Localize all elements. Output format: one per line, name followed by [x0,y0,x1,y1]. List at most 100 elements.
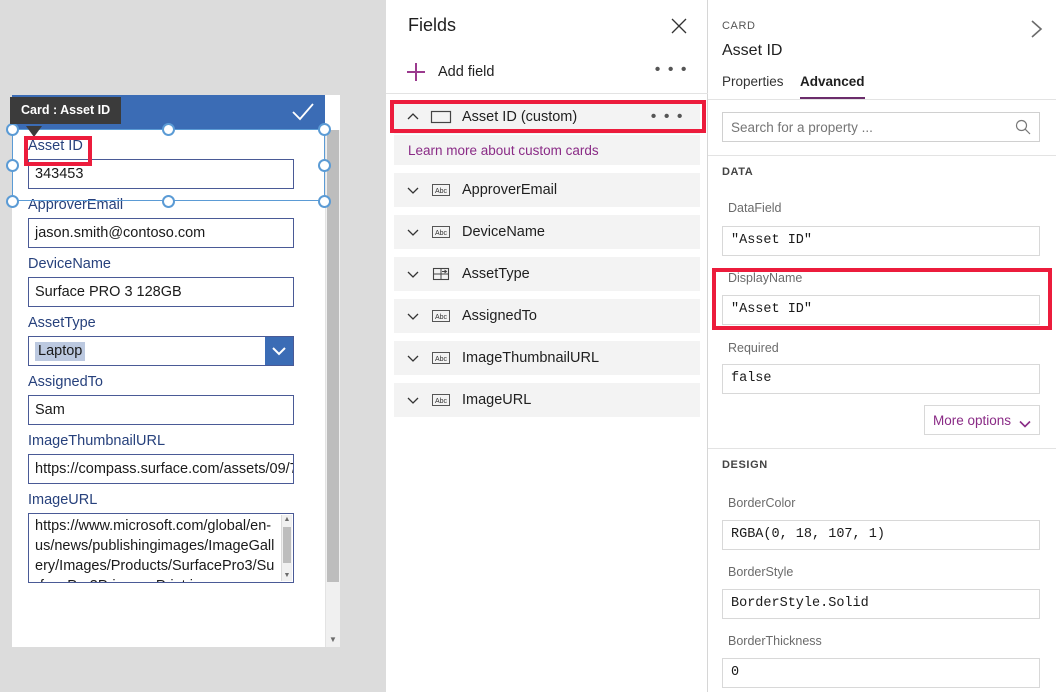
field-label: ImageThumbnailURL [28,425,294,454]
resize-handle-top-center[interactable] [162,123,175,136]
field-name: ImageThumbnailURL [462,350,599,366]
divider [708,155,1056,156]
chevron-down-icon [1019,416,1031,424]
form-field-asset-type: AssetType Laptop [12,307,310,366]
image-url-textarea[interactable]: https://www.microsoft.com/global/en-us/n… [28,513,294,583]
card-tooltip: Card : Asset ID [10,97,121,124]
learn-more-row: Learn more about custom cards [394,135,700,165]
field-row-assignedto[interactable]: Abc AssignedTo [394,299,700,333]
svg-text:Abc: Abc [435,398,448,405]
textarea-scrollbar[interactable]: ▲ ▼ [281,515,292,581]
properties-title: Asset ID [722,42,782,60]
close-icon[interactable] [669,16,689,36]
svg-text:Abc: Abc [435,356,448,363]
divider [708,448,1056,449]
resize-handle-middle-right[interactable] [318,159,331,172]
field-row-imageurl[interactable]: Abc ImageURL [394,383,700,417]
form-field-image-url: ImageURL https://www.microsoft.com/globa… [12,484,310,583]
form-scrollbar[interactable]: ▼ [325,130,340,647]
scroll-down-arrow[interactable]: ▼ [326,633,340,647]
resize-handle-middle-left[interactable] [6,159,19,172]
abc-text-icon: Abc [430,392,452,408]
abc-text-icon: Abc [430,350,452,366]
scroll-down-arrow[interactable]: ▼ [282,572,292,580]
chevron-right-icon[interactable] [1026,16,1048,42]
more-options-button[interactable]: More options [924,405,1040,435]
field-name: AssignedTo [462,308,537,324]
chevron-up-icon[interactable] [406,110,420,124]
field-label: AssignedTo [28,366,294,395]
field-row-approveremail[interactable]: Abc ApproverEmail [394,173,700,207]
card-tooltip-tail [26,126,42,137]
property-input-displayname[interactable]: "Asset ID" [722,295,1040,325]
search-input[interactable] [723,113,1009,141]
field-name: Asset ID (custom) [462,109,577,125]
property-label-borderstyle: BorderStyle [728,565,793,579]
property-input-borderstyle[interactable]: BorderStyle.Solid [722,589,1040,619]
property-input-required[interactable]: false [722,364,1040,394]
resize-handle-bottom-center[interactable] [162,195,175,208]
field-name: AssetType [462,266,530,282]
abc-text-icon: Abc [430,182,452,198]
tab-advanced[interactable]: Advanced [800,74,865,100]
property-search-box[interactable] [722,112,1040,142]
property-input-borderthickness[interactable]: 0 [722,658,1040,688]
form-field-approver-email: ApproverEmail jason.smith@contoso.com [12,189,310,248]
fields-panel-title: Fields [408,15,456,36]
svg-text:Abc: Abc [435,230,448,237]
chevron-down-icon[interactable] [406,309,420,323]
app-root: Asset ID 343453 ApproverEmail jason.smit… [0,0,1056,692]
field-name: DeviceName [462,224,545,240]
asset-type-dropdown[interactable]: Laptop [28,336,294,366]
checkmark-icon[interactable] [291,101,315,123]
scrollbar-thumb[interactable] [283,527,291,563]
chevron-down-icon[interactable] [406,225,420,239]
form-field-list: Asset ID 343453 ApproverEmail jason.smit… [12,130,310,583]
abc-text-icon: Abc [430,224,452,240]
asset-type-value: Laptop [29,337,265,365]
field-row-imagethumbnailurl[interactable]: Abc ImageThumbnailURL [394,341,700,375]
add-field-button[interactable]: Add field • • • [386,54,708,90]
more-options-label: More options [933,413,1011,428]
resize-handle-top-right[interactable] [318,123,331,136]
chevron-down-icon[interactable] [406,267,420,281]
asset-id-input[interactable]: 343453 [28,159,294,189]
property-input-bordercolor[interactable]: RGBA(0, 18, 107, 1) [722,520,1040,550]
tab-properties[interactable]: Properties [722,74,784,97]
field-label: AssetType [28,307,294,336]
image-thumbnail-url-input[interactable]: https://compass.surface.com/assets/09/73… [28,454,294,484]
divider [708,99,1056,100]
property-label-borderthickness: BorderThickness [728,634,822,648]
field-label: Asset ID [28,130,294,159]
svg-text:Abc: Abc [435,188,448,195]
learn-more-link[interactable]: Learn more about custom cards [408,143,599,158]
edit-form: Asset ID 343453 ApproverEmail jason.smit… [12,95,340,647]
approver-email-input[interactable]: jason.smith@contoso.com [28,218,294,248]
resize-handle-top-left[interactable] [6,123,19,136]
chevron-down-icon[interactable] [406,393,420,407]
chevron-down-icon[interactable] [265,337,293,365]
property-label-bordercolor: BorderColor [728,496,795,510]
field-row-assettype[interactable]: AssetType [394,257,700,291]
chevron-down-icon[interactable] [406,351,420,365]
scroll-up-arrow[interactable]: ▲ [282,516,292,524]
search-icon [1014,118,1032,136]
field-row-devicename[interactable]: Abc DeviceName [394,215,700,249]
resize-handle-bottom-left[interactable] [6,195,19,208]
chevron-down-icon[interactable] [406,183,420,197]
device-name-input[interactable]: Surface PRO 3 128GB [28,277,294,307]
assigned-to-input[interactable]: Sam [28,395,294,425]
section-heading-design: DESIGN [722,459,768,471]
custom-card-icon [430,109,452,125]
property-input-datafield[interactable]: "Asset ID" [722,226,1040,256]
field-row-asset-id-custom[interactable]: Asset ID (custom) • • • [394,100,700,134]
property-label-required: Required [728,341,779,355]
resize-handle-bottom-right[interactable] [318,195,331,208]
field-overflow-icon[interactable]: • • • [651,112,684,122]
asset-type-selected-text: Laptop [35,342,85,361]
add-field-overflow-icon[interactable]: • • • [655,65,688,75]
property-label-displayname: DisplayName [728,271,802,285]
form-field-assigned-to: AssignedTo Sam [12,366,310,425]
property-label-datafield: DataField [728,201,782,215]
plus-icon [406,62,426,82]
